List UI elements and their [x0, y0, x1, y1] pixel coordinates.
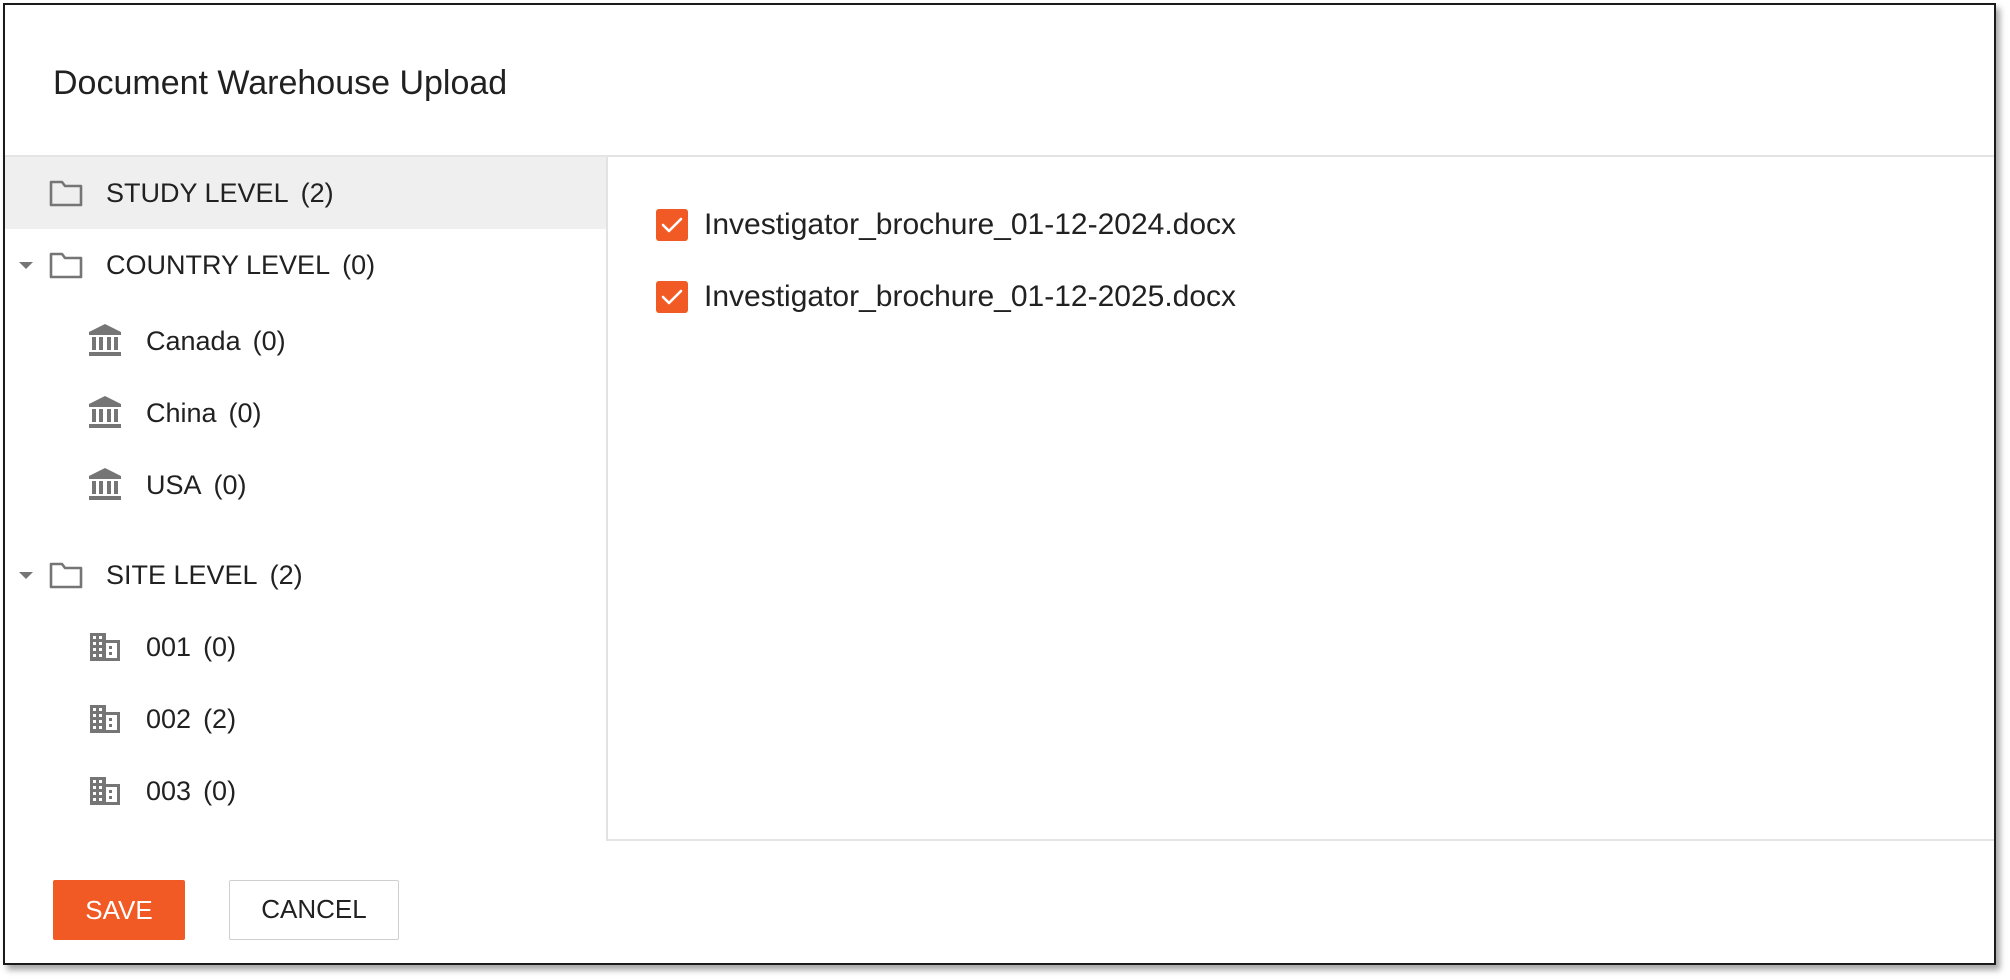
- dialog-title: Document Warehouse Upload: [53, 64, 508, 102]
- file-item[interactable]: Investigator_brochure_01-12-2024.docx: [656, 205, 1236, 245]
- building-icon: [88, 631, 122, 663]
- tree-item-label: 001 (0): [146, 632, 237, 662]
- file-name: Investigator_brochure_01-12-2025.docx: [704, 280, 1237, 313]
- file-item[interactable]: Investigator_brochure_01-12-2025.docx: [656, 277, 1236, 317]
- tree-item-label: USA (0): [146, 470, 247, 500]
- tree-item-site-002[interactable]: 002 (2): [5, 683, 606, 755]
- tree-item-label: COUNTRY LEVEL (0): [106, 250, 376, 280]
- tree-item-site-001[interactable]: 001 (0): [5, 611, 606, 683]
- building-icon: [88, 775, 122, 807]
- tree-panel[interactable]: STUDY LEVEL (2) COUNTRY LEVEL (0) Canada (0…: [5, 157, 608, 841]
- footer-divider: [608, 839, 1994, 841]
- caret-down-icon[interactable]: [19, 262, 33, 269]
- tree-item-study-level[interactable]: STUDY LEVEL (2): [5, 157, 606, 229]
- check-icon: [661, 217, 683, 233]
- upload-dialog: Document Warehouse Upload STUDY LEVEL (2)…: [3, 3, 1996, 965]
- bank-icon: [87, 394, 123, 430]
- tree-item-label: 002 (2): [146, 704, 237, 734]
- folder-icon: [49, 251, 83, 279]
- cancel-button[interactable]: CANCEL: [229, 880, 399, 940]
- folder-icon: [49, 561, 83, 589]
- files-panel: Investigator_brochure_01-12-2024.docx In…: [608, 157, 1994, 841]
- file-checkbox[interactable]: [656, 281, 688, 313]
- bank-icon: [87, 322, 123, 358]
- tree-item-canada[interactable]: Canada (0): [5, 305, 606, 377]
- file-name: Investigator_brochure_01-12-2024.docx: [704, 208, 1237, 241]
- tree-item-label: Canada (0): [146, 326, 286, 356]
- check-icon: [661, 289, 683, 305]
- file-checkbox[interactable]: [656, 209, 688, 241]
- caret-down-icon[interactable]: [19, 572, 33, 579]
- bank-icon: [87, 466, 123, 502]
- tree-item-country-level[interactable]: COUNTRY LEVEL (0): [5, 229, 606, 301]
- tree-item-site-003[interactable]: 003 (0): [5, 755, 606, 827]
- save-button[interactable]: SAVE: [53, 880, 185, 940]
- tree-item-site-level[interactable]: SITE LEVEL (2): [5, 539, 606, 611]
- folder-icon: [49, 179, 83, 207]
- tree-item-usa[interactable]: USA (0): [5, 449, 606, 521]
- tree-item-label: China (0): [146, 398, 262, 428]
- tree-item-label: STUDY LEVEL (2): [106, 178, 334, 208]
- tree-item-china[interactable]: China (0): [5, 377, 606, 449]
- tree-item-label: SITE LEVEL (2): [106, 560, 303, 590]
- tree-item-label: 003 (0): [146, 776, 237, 806]
- building-icon: [88, 703, 122, 735]
